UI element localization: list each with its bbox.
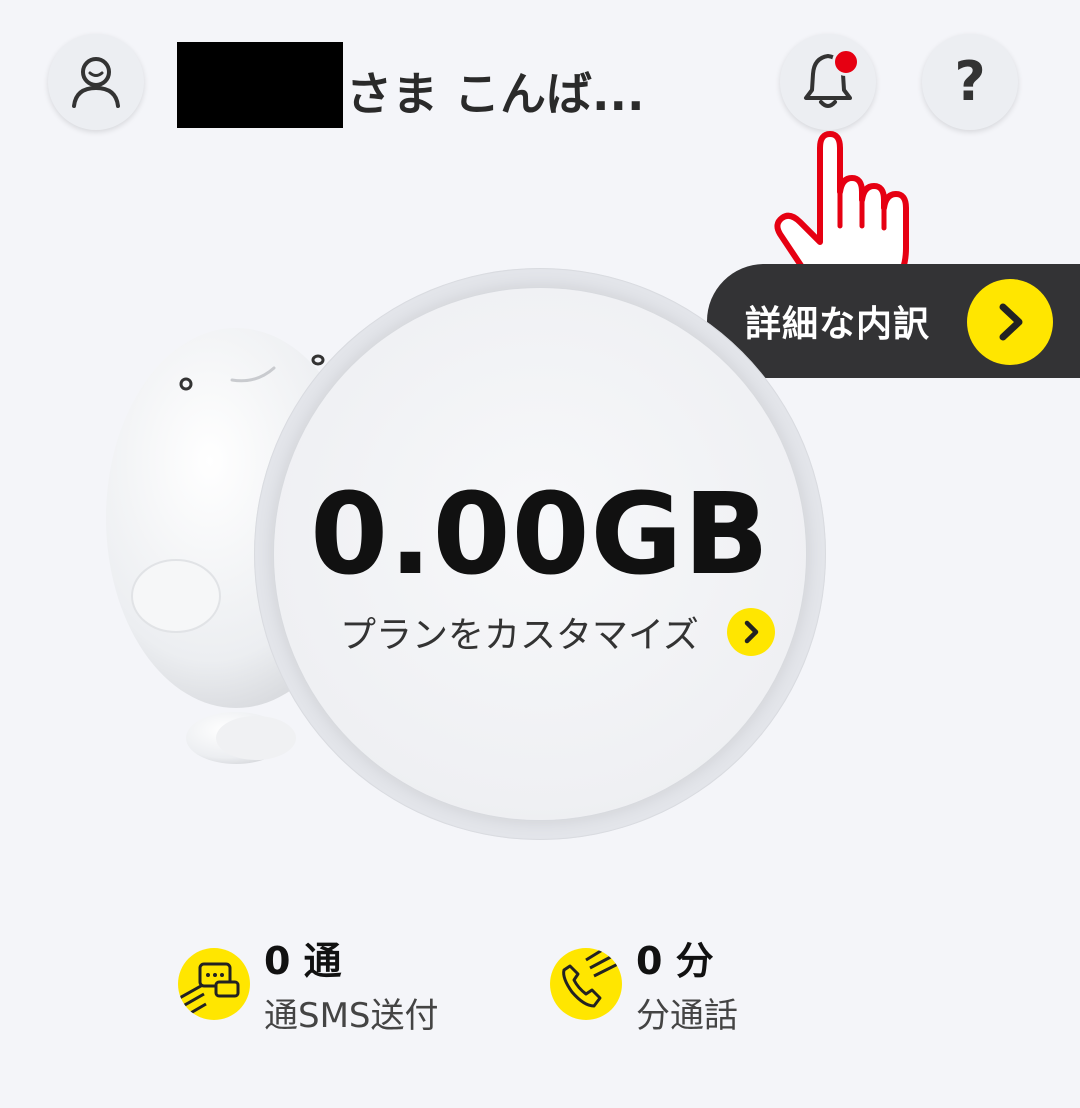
greeting-text: さま こんば... xyxy=(346,67,645,121)
details-breakdown-button[interactable]: 詳細な内訳 xyxy=(707,264,1080,378)
sms-count: 0 通 xyxy=(264,939,342,983)
help-button[interactable]: ? xyxy=(922,34,1018,130)
call-stat: 0 分 分通話 xyxy=(550,936,738,1046)
notification-dot xyxy=(832,48,860,76)
call-minutes: 0 分 xyxy=(636,939,714,983)
call-label: 分通話 xyxy=(636,996,738,1036)
phone-icon xyxy=(550,948,622,1020)
chevron-right-icon xyxy=(967,279,1053,365)
sms-icon xyxy=(178,948,250,1020)
sms-label: 通SMS送付 xyxy=(264,996,439,1036)
data-amount: 0.00GB xyxy=(310,470,770,600)
help-icon: ? xyxy=(954,50,986,113)
details-breakdown-label: 詳細な内訳 xyxy=(745,304,931,345)
chevron-right-icon xyxy=(726,608,775,656)
customize-plan-label: プランをカスタマイズ xyxy=(340,615,699,656)
sms-stat: 0 通 通SMS送付 xyxy=(178,936,439,1046)
person-icon xyxy=(66,50,126,114)
account-button[interactable] xyxy=(48,34,144,130)
redacted-name xyxy=(177,42,343,128)
customize-plan-link[interactable]: プランをカスタマイズ xyxy=(340,604,775,660)
notifications-button[interactable] xyxy=(780,34,876,130)
